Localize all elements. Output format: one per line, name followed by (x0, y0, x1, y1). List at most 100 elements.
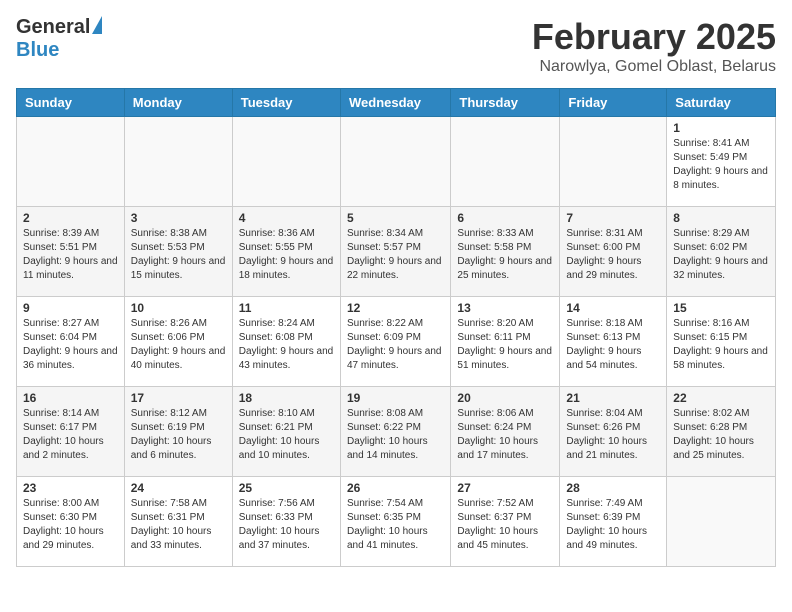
day-info: Sunrise: 8:02 AM Sunset: 6:28 PM Dayligh… (673, 407, 769, 463)
day-info: Sunrise: 8:08 AM Sunset: 6:22 PM Dayligh… (347, 407, 444, 463)
calendar-cell: 27 Sunrise: 7:52 AM Sunset: 6:37 PM Dayli… (451, 477, 560, 567)
day-number: 18 (239, 391, 334, 405)
calendar-cell: 19 Sunrise: 8:08 AM Sunset: 6:22 PM Dayli… (340, 387, 450, 477)
calendar-cell: 8 Sunrise: 8:29 AM Sunset: 6:02 PM Daylig… (667, 207, 776, 297)
calendar-cell: 21Sunrise: 8:04 AM Sunset: 6:26 PM Dayli… (560, 387, 667, 477)
day-number: 6 (457, 211, 553, 225)
calendar-cell: 13Sunrise: 8:20 AM Sunset: 6:11 PM Dayli… (451, 297, 560, 387)
calendar-header-row: SundayMondayTuesdayWednesdayThursdayFrid… (17, 89, 776, 117)
day-number: 13 (457, 301, 553, 315)
column-header-wednesday: Wednesday (340, 89, 450, 117)
day-number: 14 (566, 301, 660, 315)
calendar-cell (232, 117, 340, 207)
day-info: Sunrise: 7:52 AM Sunset: 6:37 PM Dayligh… (457, 497, 553, 553)
day-info: Sunrise: 8:34 AM Sunset: 5:57 PM Dayligh… (347, 227, 444, 283)
day-number: 4 (239, 211, 334, 225)
column-header-saturday: Saturday (667, 89, 776, 117)
calendar-cell: 11 Sunrise: 8:24 AM Sunset: 6:08 PM Dayli… (232, 297, 340, 387)
calendar-cell: 17 Sunrise: 8:12 AM Sunset: 6:19 PM Dayli… (124, 387, 232, 477)
day-number: 26 (347, 481, 444, 495)
logo-general: General (16, 16, 90, 39)
calendar-week-row: 2Sunrise: 8:39 AM Sunset: 5:51 PM Daylig… (17, 207, 776, 297)
column-header-sunday: Sunday (17, 89, 125, 117)
day-info: Sunrise: 8:27 AM Sunset: 6:04 PM Dayligh… (23, 317, 118, 373)
day-info: Sunrise: 8:18 AM Sunset: 6:13 PM Dayligh… (566, 317, 660, 373)
column-header-tuesday: Tuesday (232, 89, 340, 117)
day-info: Sunrise: 8:16 AM Sunset: 6:15 PM Dayligh… (673, 317, 769, 373)
day-number: 19 (347, 391, 444, 405)
calendar-cell: 10Sunrise: 8:26 AM Sunset: 6:06 PM Dayli… (124, 297, 232, 387)
day-number: 23 (23, 481, 118, 495)
day-number: 9 (23, 301, 118, 315)
day-info: Sunrise: 8:29 AM Sunset: 6:02 PM Dayligh… (673, 227, 769, 283)
day-number: 3 (131, 211, 226, 225)
day-number: 21 (566, 391, 660, 405)
day-number: 7 (566, 211, 660, 225)
day-info: Sunrise: 8:39 AM Sunset: 5:51 PM Dayligh… (23, 227, 118, 283)
calendar-week-row: 1Sunrise: 8:41 AM Sunset: 5:49 PM Daylig… (17, 117, 776, 207)
calendar-cell: 4 Sunrise: 8:36 AM Sunset: 5:55 PM Daylig… (232, 207, 340, 297)
header: General Blue February 2025 Narowlya, Gom… (16, 16, 776, 76)
logo: General Blue (16, 16, 102, 62)
day-info: Sunrise: 7:54 AM Sunset: 6:35 PM Dayligh… (347, 497, 444, 553)
day-number: 17 (131, 391, 226, 405)
day-info: Sunrise: 7:56 AM Sunset: 6:33 PM Dayligh… (239, 497, 334, 553)
calendar-cell: 9 Sunrise: 8:27 AM Sunset: 6:04 PM Daylig… (17, 297, 125, 387)
day-info: Sunrise: 8:24 AM Sunset: 6:08 PM Dayligh… (239, 317, 334, 373)
column-header-monday: Monday (124, 89, 232, 117)
calendar-cell (667, 477, 776, 567)
calendar-cell (340, 117, 450, 207)
day-number: 16 (23, 391, 118, 405)
calendar-cell: 1Sunrise: 8:41 AM Sunset: 5:49 PM Daylig… (667, 117, 776, 207)
day-number: 22 (673, 391, 769, 405)
day-number: 27 (457, 481, 553, 495)
logo-blue: Blue (16, 39, 59, 61)
calendar-week-row: 23 Sunrise: 8:00 AM Sunset: 6:30 PM Dayli… (17, 477, 776, 567)
calendar-week-row: 9 Sunrise: 8:27 AM Sunset: 6:04 PM Daylig… (17, 297, 776, 387)
calendar-cell: 5 Sunrise: 8:34 AM Sunset: 5:57 PM Daylig… (340, 207, 450, 297)
calendar-cell (124, 117, 232, 207)
day-info: Sunrise: 8:06 AM Sunset: 6:24 PM Dayligh… (457, 407, 553, 463)
calendar-cell (17, 117, 125, 207)
day-number: 10 (131, 301, 226, 315)
day-info: Sunrise: 8:14 AM Sunset: 6:17 PM Dayligh… (23, 407, 118, 463)
day-number: 5 (347, 211, 444, 225)
calendar-cell: 15 Sunrise: 8:16 AM Sunset: 6:15 PM Dayli… (667, 297, 776, 387)
subtitle: Narowlya, Gomel Oblast, Belarus (532, 58, 776, 76)
day-info: Sunrise: 8:33 AM Sunset: 5:58 PM Dayligh… (457, 227, 553, 283)
calendar-cell: 16 Sunrise: 8:14 AM Sunset: 6:17 PM Dayli… (17, 387, 125, 477)
calendar-cell: 20 Sunrise: 8:06 AM Sunset: 6:24 PM Dayli… (451, 387, 560, 477)
day-info: Sunrise: 7:58 AM Sunset: 6:31 PM Dayligh… (131, 497, 226, 553)
day-info: Sunrise: 8:12 AM Sunset: 6:19 PM Dayligh… (131, 407, 226, 463)
calendar-cell: 23 Sunrise: 8:00 AM Sunset: 6:30 PM Dayli… (17, 477, 125, 567)
calendar-cell: 6 Sunrise: 8:33 AM Sunset: 5:58 PM Daylig… (451, 207, 560, 297)
day-info: Sunrise: 8:36 AM Sunset: 5:55 PM Dayligh… (239, 227, 334, 283)
column-header-thursday: Thursday (451, 89, 560, 117)
column-header-friday: Friday (560, 89, 667, 117)
day-number: 8 (673, 211, 769, 225)
day-info: Sunrise: 8:10 AM Sunset: 6:21 PM Dayligh… (239, 407, 334, 463)
calendar-table: SundayMondayTuesdayWednesdayThursdayFrid… (16, 88, 776, 567)
day-info: Sunrise: 8:00 AM Sunset: 6:30 PM Dayligh… (23, 497, 118, 553)
calendar-cell: 28Sunrise: 7:49 AM Sunset: 6:39 PM Dayli… (560, 477, 667, 567)
calendar-cell: 18 Sunrise: 8:10 AM Sunset: 6:21 PM Dayli… (232, 387, 340, 477)
day-info: Sunrise: 8:31 AM Sunset: 6:00 PM Dayligh… (566, 227, 660, 283)
day-info: Sunrise: 7:49 AM Sunset: 6:39 PM Dayligh… (566, 497, 660, 553)
title-section: February 2025 Narowlya, Gomel Oblast, Be… (532, 16, 776, 76)
calendar-cell (560, 117, 667, 207)
day-info: Sunrise: 8:38 AM Sunset: 5:53 PM Dayligh… (131, 227, 226, 283)
calendar-cell (451, 117, 560, 207)
day-info: Sunrise: 8:41 AM Sunset: 5:49 PM Dayligh… (673, 137, 769, 193)
day-number: 15 (673, 301, 769, 315)
calendar-week-row: 16 Sunrise: 8:14 AM Sunset: 6:17 PM Dayli… (17, 387, 776, 477)
calendar-cell: 14 Sunrise: 8:18 AM Sunset: 6:13 PM Dayli… (560, 297, 667, 387)
calendar-cell: 2Sunrise: 8:39 AM Sunset: 5:51 PM Daylig… (17, 207, 125, 297)
day-number: 24 (131, 481, 226, 495)
calendar-cell: 25Sunrise: 7:56 AM Sunset: 6:33 PM Dayli… (232, 477, 340, 567)
calendar-cell: 26 Sunrise: 7:54 AM Sunset: 6:35 PM Dayli… (340, 477, 450, 567)
calendar-cell: 3 Sunrise: 8:38 AM Sunset: 5:53 PM Daylig… (124, 207, 232, 297)
calendar-cell: 12Sunrise: 8:22 AM Sunset: 6:09 PM Dayli… (340, 297, 450, 387)
day-number: 11 (239, 301, 334, 315)
calendar-cell: 22 Sunrise: 8:02 AM Sunset: 6:28 PM Dayli… (667, 387, 776, 477)
day-number: 20 (457, 391, 553, 405)
